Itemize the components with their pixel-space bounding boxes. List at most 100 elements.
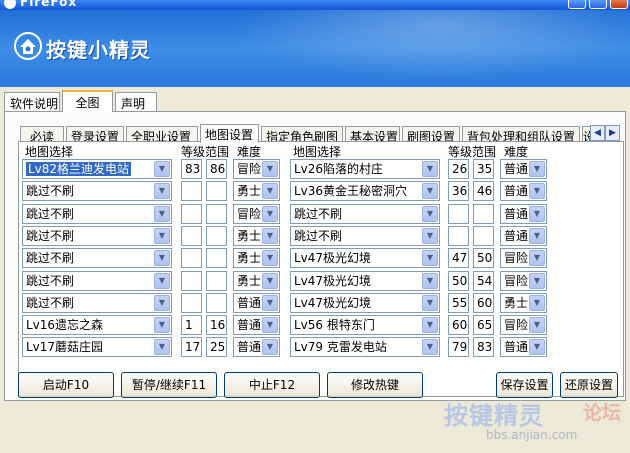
left-level-max-input[interactable] xyxy=(206,248,227,269)
dropdown-arrow-icon[interactable]: ▼ xyxy=(529,250,545,267)
left-map-select[interactable]: Lv17蘑菇庄园 ▼ xyxy=(22,337,172,358)
dropdown-arrow-icon[interactable]: ▼ xyxy=(154,294,170,311)
dropdown-arrow-icon[interactable]: ▼ xyxy=(529,205,545,222)
start-button[interactable]: 启动F10 xyxy=(18,372,114,398)
left-level-max-input[interactable]: 25 xyxy=(206,337,227,358)
right-level-max-input[interactable]: 60 xyxy=(473,292,494,313)
dropdown-arrow-icon[interactable]: ▼ xyxy=(262,161,278,177)
dropdown-arrow-icon[interactable]: ▼ xyxy=(422,272,438,289)
tab-software-info[interactable]: 软件说明 xyxy=(4,92,60,112)
left-level-max-input[interactable] xyxy=(206,181,227,202)
tab-full-map[interactable]: 全图 xyxy=(62,90,113,112)
dropdown-arrow-icon[interactable]: ▼ xyxy=(154,250,170,267)
left-level-min-input[interactable] xyxy=(181,292,202,313)
right-difficulty-select[interactable]: 冒险 ▼ xyxy=(500,248,547,269)
right-map-select[interactable]: Lv79 克雷发电站 ▼ xyxy=(290,337,440,358)
left-map-select[interactable]: 跳过不刷 ▼ xyxy=(22,225,172,246)
right-map-select[interactable]: Lv56 根特东门 ▼ xyxy=(290,315,440,336)
right-level-max-input[interactable]: 46 xyxy=(473,181,494,202)
left-level-min-input[interactable]: 1 xyxy=(181,315,202,336)
left-level-max-input[interactable]: 86 xyxy=(206,159,227,179)
tab-statement[interactable]: 声明 xyxy=(115,92,157,112)
dropdown-arrow-icon[interactable]: ▼ xyxy=(262,339,278,356)
dropdown-arrow-icon[interactable]: ▼ xyxy=(422,317,438,334)
close-button[interactable] xyxy=(610,0,628,9)
dropdown-arrow-icon[interactable]: ▼ xyxy=(154,227,170,244)
dropdown-arrow-icon[interactable]: ▼ xyxy=(529,161,545,177)
right-map-select[interactable]: 跳过不刷 ▼ xyxy=(290,225,440,246)
dropdown-arrow-icon[interactable]: ▼ xyxy=(422,294,438,311)
right-level-max-input[interactable] xyxy=(473,225,494,246)
left-difficulty-select[interactable]: 普通 ▼ xyxy=(233,292,280,313)
right-map-select[interactable]: Lv26陷落的村庄 ▼ xyxy=(290,159,440,179)
left-difficulty-select[interactable]: 勇士 ▼ xyxy=(233,270,280,291)
left-level-min-input[interactable] xyxy=(181,270,202,291)
left-level-min-input[interactable]: 83 xyxy=(181,159,202,179)
right-level-max-input[interactable] xyxy=(473,203,494,224)
left-level-max-input[interactable]: 16 xyxy=(206,315,227,336)
maximize-button[interactable] xyxy=(589,0,607,9)
dropdown-arrow-icon[interactable]: ▼ xyxy=(422,183,438,200)
dropdown-arrow-icon[interactable]: ▼ xyxy=(422,205,438,222)
stop-button[interactable]: 中止F12 xyxy=(224,372,320,398)
dropdown-arrow-icon[interactable]: ▼ xyxy=(154,272,170,289)
dropdown-arrow-icon[interactable]: ▼ xyxy=(422,161,438,177)
right-map-select[interactable]: Lv47极光幻境 ▼ xyxy=(290,248,440,269)
dropdown-arrow-icon[interactable]: ▼ xyxy=(422,227,438,244)
left-map-select[interactable]: 跳过不刷 ▼ xyxy=(22,181,172,202)
left-difficulty-select[interactable]: 普通 ▼ xyxy=(233,337,280,358)
left-difficulty-select[interactable]: 普通 ▼ xyxy=(233,315,280,336)
left-map-select[interactable]: 跳过不刷 ▼ xyxy=(22,203,172,224)
minimize-button[interactable] xyxy=(568,0,586,9)
dropdown-arrow-icon[interactable]: ▼ xyxy=(529,183,545,200)
dropdown-arrow-icon[interactable]: ▼ xyxy=(154,183,170,200)
dropdown-arrow-icon[interactable]: ▼ xyxy=(262,250,278,267)
right-level-max-input[interactable]: 65 xyxy=(473,315,494,336)
right-map-select[interactable]: 跳过不刷 ▼ xyxy=(290,203,440,224)
right-level-min-input[interactable]: 79 xyxy=(448,337,469,358)
left-map-select[interactable]: Lv82格兰迪发电站 ▼ xyxy=(22,159,172,179)
dropdown-arrow-icon[interactable]: ▼ xyxy=(262,227,278,244)
left-level-max-input[interactable] xyxy=(206,225,227,246)
dropdown-arrow-icon[interactable]: ▼ xyxy=(262,205,278,222)
dropdown-arrow-icon[interactable]: ▼ xyxy=(529,294,545,311)
left-level-min-input[interactable]: 17 xyxy=(181,337,202,358)
left-map-select[interactable]: 跳过不刷 ▼ xyxy=(22,270,172,291)
left-difficulty-select[interactable]: 勇士 ▼ xyxy=(233,181,280,202)
right-level-max-input[interactable]: 54 xyxy=(473,270,494,291)
dropdown-arrow-icon[interactable]: ▼ xyxy=(154,161,170,177)
right-level-min-input[interactable]: 47 xyxy=(448,248,469,269)
right-level-max-input[interactable]: 83 xyxy=(473,337,494,358)
right-level-max-input[interactable]: 35 xyxy=(473,159,494,179)
dropdown-arrow-icon[interactable]: ▼ xyxy=(262,272,278,289)
right-level-min-input[interactable]: 36 xyxy=(448,181,469,202)
dropdown-arrow-icon[interactable]: ▼ xyxy=(154,205,170,222)
dropdown-arrow-icon[interactable]: ▼ xyxy=(262,183,278,200)
right-difficulty-select[interactable]: 普通 ▼ xyxy=(500,337,547,358)
right-difficulty-select[interactable]: 冒险 ▼ xyxy=(500,315,547,336)
left-level-min-input[interactable] xyxy=(181,181,202,202)
right-difficulty-select[interactable]: 普通 ▼ xyxy=(500,181,547,202)
left-difficulty-select[interactable]: 冒险 ▼ xyxy=(233,203,280,224)
dropdown-arrow-icon[interactable]: ▼ xyxy=(529,272,545,289)
left-map-select[interactable]: 跳过不刷 ▼ xyxy=(22,292,172,313)
right-difficulty-select[interactable]: 普通 ▼ xyxy=(500,203,547,224)
right-map-select[interactable]: Lv47极光幻境 ▼ xyxy=(290,292,440,313)
tab-scroll-right-icon[interactable]: ▶ xyxy=(605,125,620,141)
right-level-max-input[interactable]: 50 xyxy=(473,248,494,269)
right-difficulty-select[interactable]: 普通 ▼ xyxy=(500,225,547,246)
left-level-max-input[interactable] xyxy=(206,203,227,224)
right-difficulty-select[interactable]: 勇士 ▼ xyxy=(500,292,547,313)
dropdown-arrow-icon[interactable]: ▼ xyxy=(422,250,438,267)
right-map-select[interactable]: Lv36黄金王秘密洞穴 ▼ xyxy=(290,181,440,202)
left-level-max-input[interactable] xyxy=(206,270,227,291)
left-map-select[interactable]: 跳过不刷 ▼ xyxy=(22,248,172,269)
left-level-min-input[interactable] xyxy=(181,203,202,224)
dropdown-arrow-icon[interactable]: ▼ xyxy=(262,317,278,334)
left-difficulty-select[interactable]: 勇士 ▼ xyxy=(233,225,280,246)
dropdown-arrow-icon[interactable]: ▼ xyxy=(529,227,545,244)
pause-resume-button[interactable]: 暂停/继续F11 xyxy=(121,372,217,398)
right-difficulty-select[interactable]: 普通 ▼ xyxy=(500,159,547,179)
right-level-min-input[interactable]: 26 xyxy=(448,159,469,179)
dropdown-arrow-icon[interactable]: ▼ xyxy=(529,339,545,356)
